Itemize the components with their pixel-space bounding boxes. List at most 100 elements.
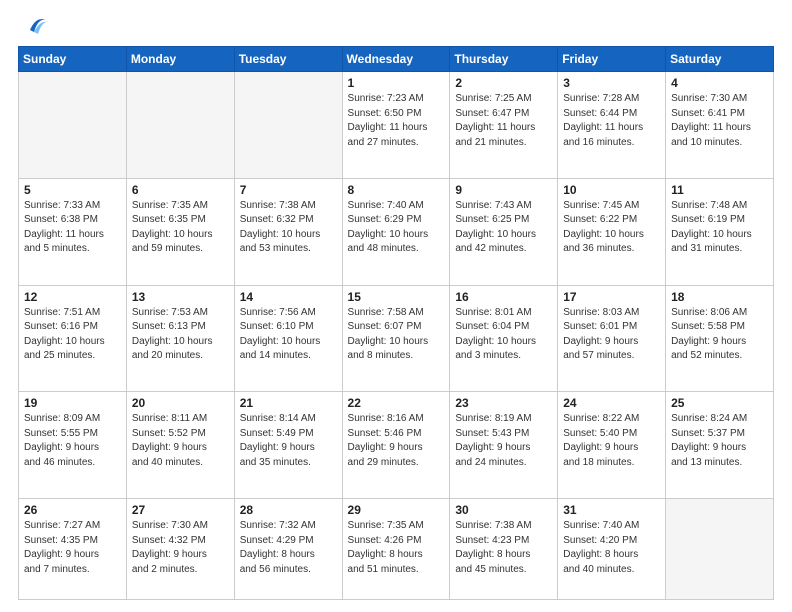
day-info: Sunrise: 8:22 AMSunset: 5:40 PMDaylight:… xyxy=(563,412,660,470)
day-number: 21 xyxy=(240,396,337,410)
week-row-3: 12Sunrise: 7:51 AMSunset: 6:16 PMDayligh… xyxy=(19,285,774,392)
calendar-cell: 14 Sunrise: 7:56 AMSunset: 6:10 PMDayligh… xyxy=(234,285,342,392)
calendar-cell: 12Sunrise: 7:51 AMSunset: 6:16 PMDayligh… xyxy=(19,285,127,392)
logo-text xyxy=(18,22,48,38)
day-number: 27 xyxy=(132,503,229,517)
day-number: 4 xyxy=(671,76,768,90)
day-info: Sunrise: 7:40 AMSunset: 6:29 PMDaylight:… xyxy=(348,199,445,257)
calendar-cell: 26 Sunrise: 7:27 AMSunset: 4:35 PMDayligh… xyxy=(19,499,127,600)
day-number: 1 xyxy=(348,76,445,90)
day-number: 16 xyxy=(455,290,552,304)
day-number: 7 xyxy=(240,183,337,197)
day-info: Sunrise: 7:45 AMSunset: 6:22 PMDaylight:… xyxy=(563,199,660,257)
weekday-header-row: SundayMondayTuesdayWednesdayThursdayFrid… xyxy=(19,47,774,72)
calendar-cell: 17 Sunrise: 8:03 AMSunset: 6:01 PMDayligh… xyxy=(558,285,666,392)
calendar-cell: 19 Sunrise: 8:09 AMSunset: 5:55 PMDayligh… xyxy=(19,392,127,499)
day-info: Sunrise: 8:14 AMSunset: 5:49 PMDaylight:… xyxy=(240,412,337,470)
calendar-cell: 16Sunrise: 8:01 AMSunset: 6:04 PMDayligh… xyxy=(450,285,558,392)
calendar-cell: 25Sunrise: 8:24 AMSunset: 5:37 PMDayligh… xyxy=(666,392,774,499)
logo-icon xyxy=(22,12,48,38)
day-info: Sunrise: 8:16 AMSunset: 5:46 PMDaylight:… xyxy=(348,412,445,470)
calendar-page: SundayMondayTuesdayWednesdayThursdayFrid… xyxy=(0,0,792,612)
logo xyxy=(18,22,48,38)
day-info: Sunrise: 8:06 AMSunset: 5:58 PMDaylight:… xyxy=(671,306,768,364)
day-number: 31 xyxy=(563,503,660,517)
day-number: 17 xyxy=(563,290,660,304)
week-row-2: 5 Sunrise: 7:33 AMSunset: 6:38 PMDaylight… xyxy=(19,178,774,285)
calendar-cell: 7 Sunrise: 7:38 AMSunset: 6:32 PMDaylight… xyxy=(234,178,342,285)
day-number: 5 xyxy=(24,183,121,197)
day-number: 19 xyxy=(24,396,121,410)
day-number: 20 xyxy=(132,396,229,410)
calendar-table: SundayMondayTuesdayWednesdayThursdayFrid… xyxy=(18,46,774,600)
weekday-header-tuesday: Tuesday xyxy=(234,47,342,72)
calendar-cell: 27 Sunrise: 7:30 AMSunset: 4:32 PMDayligh… xyxy=(126,499,234,600)
day-number: 8 xyxy=(348,183,445,197)
day-number: 26 xyxy=(24,503,121,517)
day-number: 18 xyxy=(671,290,768,304)
calendar-cell xyxy=(126,72,234,179)
day-number: 9 xyxy=(455,183,552,197)
week-row-4: 19 Sunrise: 8:09 AMSunset: 5:55 PMDayligh… xyxy=(19,392,774,499)
calendar-cell: 23 Sunrise: 8:19 AMSunset: 5:43 PMDayligh… xyxy=(450,392,558,499)
calendar-cell: 3 Sunrise: 7:28 AMSunset: 6:44 PMDaylight… xyxy=(558,72,666,179)
calendar-cell: 8 Sunrise: 7:40 AMSunset: 6:29 PMDaylight… xyxy=(342,178,450,285)
day-info: Sunrise: 7:40 AMSunset: 4:20 PMDaylight:… xyxy=(563,519,660,577)
calendar-cell: 18 Sunrise: 8:06 AMSunset: 5:58 PMDayligh… xyxy=(666,285,774,392)
day-info: Sunrise: 7:27 AMSunset: 4:35 PMDaylight:… xyxy=(24,519,121,577)
weekday-header-monday: Monday xyxy=(126,47,234,72)
calendar-cell: 4 Sunrise: 7:30 AMSunset: 6:41 PMDaylight… xyxy=(666,72,774,179)
day-number: 28 xyxy=(240,503,337,517)
day-number: 10 xyxy=(563,183,660,197)
calendar-cell: 31 Sunrise: 7:40 AMSunset: 4:20 PMDayligh… xyxy=(558,499,666,600)
weekday-header-wednesday: Wednesday xyxy=(342,47,450,72)
day-info: Sunrise: 7:43 AMSunset: 6:25 PMDaylight:… xyxy=(455,199,552,257)
day-info: Sunrise: 7:23 AMSunset: 6:50 PMDaylight:… xyxy=(348,92,445,150)
calendar-cell: 24 Sunrise: 8:22 AMSunset: 5:40 PMDayligh… xyxy=(558,392,666,499)
day-info: Sunrise: 7:32 AMSunset: 4:29 PMDaylight:… xyxy=(240,519,337,577)
weekday-header-thursday: Thursday xyxy=(450,47,558,72)
day-number: 23 xyxy=(455,396,552,410)
calendar-cell: 20 Sunrise: 8:11 AMSunset: 5:52 PMDayligh… xyxy=(126,392,234,499)
calendar-cell: 29Sunrise: 7:35 AMSunset: 4:26 PMDayligh… xyxy=(342,499,450,600)
day-info: Sunrise: 7:30 AMSunset: 6:41 PMDaylight:… xyxy=(671,92,768,150)
day-number: 3 xyxy=(563,76,660,90)
day-number: 15 xyxy=(348,290,445,304)
weekday-header-sunday: Sunday xyxy=(19,47,127,72)
weekday-header-saturday: Saturday xyxy=(666,47,774,72)
day-info: Sunrise: 7:28 AMSunset: 6:44 PMDaylight:… xyxy=(563,92,660,150)
day-info: Sunrise: 7:38 AMSunset: 6:32 PMDaylight:… xyxy=(240,199,337,257)
day-info: Sunrise: 7:56 AMSunset: 6:10 PMDaylight:… xyxy=(240,306,337,364)
calendar-cell: 22 Sunrise: 8:16 AMSunset: 5:46 PMDayligh… xyxy=(342,392,450,499)
day-info: Sunrise: 7:58 AMSunset: 6:07 PMDaylight:… xyxy=(348,306,445,364)
calendar-cell: 10 Sunrise: 7:45 AMSunset: 6:22 PMDayligh… xyxy=(558,178,666,285)
day-info: Sunrise: 8:11 AMSunset: 5:52 PMDaylight:… xyxy=(132,412,229,470)
day-number: 24 xyxy=(563,396,660,410)
day-number: 14 xyxy=(240,290,337,304)
day-info: Sunrise: 8:09 AMSunset: 5:55 PMDaylight:… xyxy=(24,412,121,470)
day-number: 25 xyxy=(671,396,768,410)
day-info: Sunrise: 7:30 AMSunset: 4:32 PMDaylight:… xyxy=(132,519,229,577)
day-info: Sunrise: 8:19 AMSunset: 5:43 PMDaylight:… xyxy=(455,412,552,470)
day-number: 11 xyxy=(671,183,768,197)
day-number: 2 xyxy=(455,76,552,90)
calendar-cell xyxy=(19,72,127,179)
calendar-cell: 1 Sunrise: 7:23 AMSunset: 6:50 PMDaylight… xyxy=(342,72,450,179)
day-info: Sunrise: 7:25 AMSunset: 6:47 PMDaylight:… xyxy=(455,92,552,150)
day-number: 30 xyxy=(455,503,552,517)
week-row-1: 1 Sunrise: 7:23 AMSunset: 6:50 PMDaylight… xyxy=(19,72,774,179)
day-info: Sunrise: 7:33 AMSunset: 6:38 PMDaylight:… xyxy=(24,199,121,257)
day-info: Sunrise: 7:53 AMSunset: 6:13 PMDaylight:… xyxy=(132,306,229,364)
day-number: 12 xyxy=(24,290,121,304)
calendar-cell: 9 Sunrise: 7:43 AMSunset: 6:25 PMDaylight… xyxy=(450,178,558,285)
day-number: 13 xyxy=(132,290,229,304)
day-number: 6 xyxy=(132,183,229,197)
day-number: 22 xyxy=(348,396,445,410)
day-info: Sunrise: 7:48 AMSunset: 6:19 PMDaylight:… xyxy=(671,199,768,257)
header xyxy=(18,18,774,38)
day-info: Sunrise: 8:03 AMSunset: 6:01 PMDaylight:… xyxy=(563,306,660,364)
day-info: Sunrise: 7:38 AMSunset: 4:23 PMDaylight:… xyxy=(455,519,552,577)
calendar-cell: 21 Sunrise: 8:14 AMSunset: 5:49 PMDayligh… xyxy=(234,392,342,499)
day-info: Sunrise: 7:35 AMSunset: 4:26 PMDaylight:… xyxy=(348,519,445,577)
calendar-cell: 2 Sunrise: 7:25 AMSunset: 6:47 PMDaylight… xyxy=(450,72,558,179)
